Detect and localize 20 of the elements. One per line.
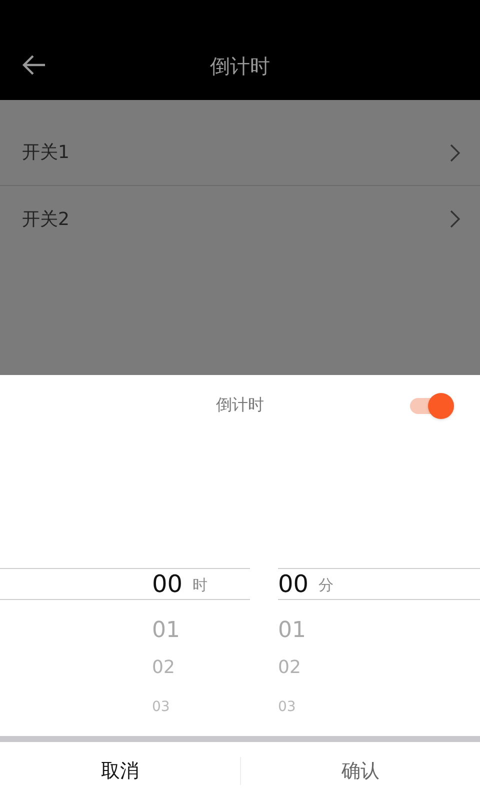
picker-value[interactable]: 02	[152, 656, 175, 680]
picker-value[interactable]: 00	[278, 569, 309, 599]
toggle-switch[interactable]	[410, 393, 454, 419]
picker-value[interactable]: 02	[278, 656, 301, 680]
picker-value[interactable]: 03	[278, 698, 296, 716]
chevron-right-icon	[450, 144, 460, 162]
picker-value[interactable]: 01	[278, 618, 306, 644]
sheet-title: 倒计时	[216, 394, 264, 416]
chevron-right-icon	[450, 210, 460, 228]
cancel-button[interactable]: 取消	[92, 756, 147, 786]
page-title: 倒计时	[210, 53, 270, 80]
list-row[interactable]: 开关1	[0, 120, 480, 186]
unit-label: 分	[318, 575, 334, 596]
list-row[interactable]: 开关2	[0, 186, 480, 252]
back-icon[interactable]	[22, 54, 46, 76]
picker-value[interactable]: 03	[152, 698, 170, 716]
unit-label: 时	[192, 575, 208, 596]
picker-value[interactable]: 01	[152, 618, 180, 644]
confirm-button[interactable]: 确认	[333, 756, 388, 786]
picker-value[interactable]: 00	[152, 569, 183, 599]
